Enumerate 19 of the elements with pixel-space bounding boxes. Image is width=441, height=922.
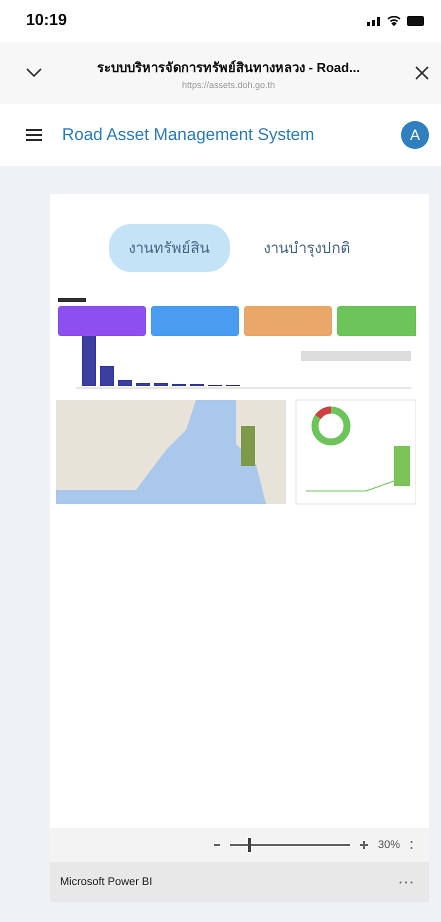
tab[interactable]: งานบำรุงปกติ bbox=[244, 224, 370, 272]
close-icon[interactable] bbox=[415, 66, 429, 80]
more-icon[interactable] bbox=[399, 880, 413, 884]
zoom-reading: 30% bbox=[378, 839, 400, 851]
user-avatar[interactable]: A bbox=[401, 121, 429, 149]
menu-icon[interactable] bbox=[26, 128, 42, 142]
zoom-slider-thumb[interactable] bbox=[248, 838, 251, 852]
battery-icon bbox=[407, 16, 427, 26]
app-title: Road Asset Management System bbox=[62, 125, 316, 145]
more-vertical-icon[interactable] bbox=[410, 840, 413, 850]
tab[interactable]: งานทรัพย์สิน bbox=[108, 224, 230, 272]
page-title: ระบบบริหารจัดการทรัพย์สินทางหลวง - Road... bbox=[97, 58, 360, 76]
zoom-in-icon[interactable] bbox=[360, 841, 368, 849]
status-time: 10:19 bbox=[26, 12, 67, 30]
chevron-down-icon[interactable] bbox=[26, 68, 42, 78]
signal-icon bbox=[367, 16, 381, 26]
page-url: https://assets.doh.go.th bbox=[182, 80, 276, 90]
footer-label: Microsoft Power BI bbox=[60, 876, 152, 888]
wifi-icon bbox=[387, 16, 401, 26]
